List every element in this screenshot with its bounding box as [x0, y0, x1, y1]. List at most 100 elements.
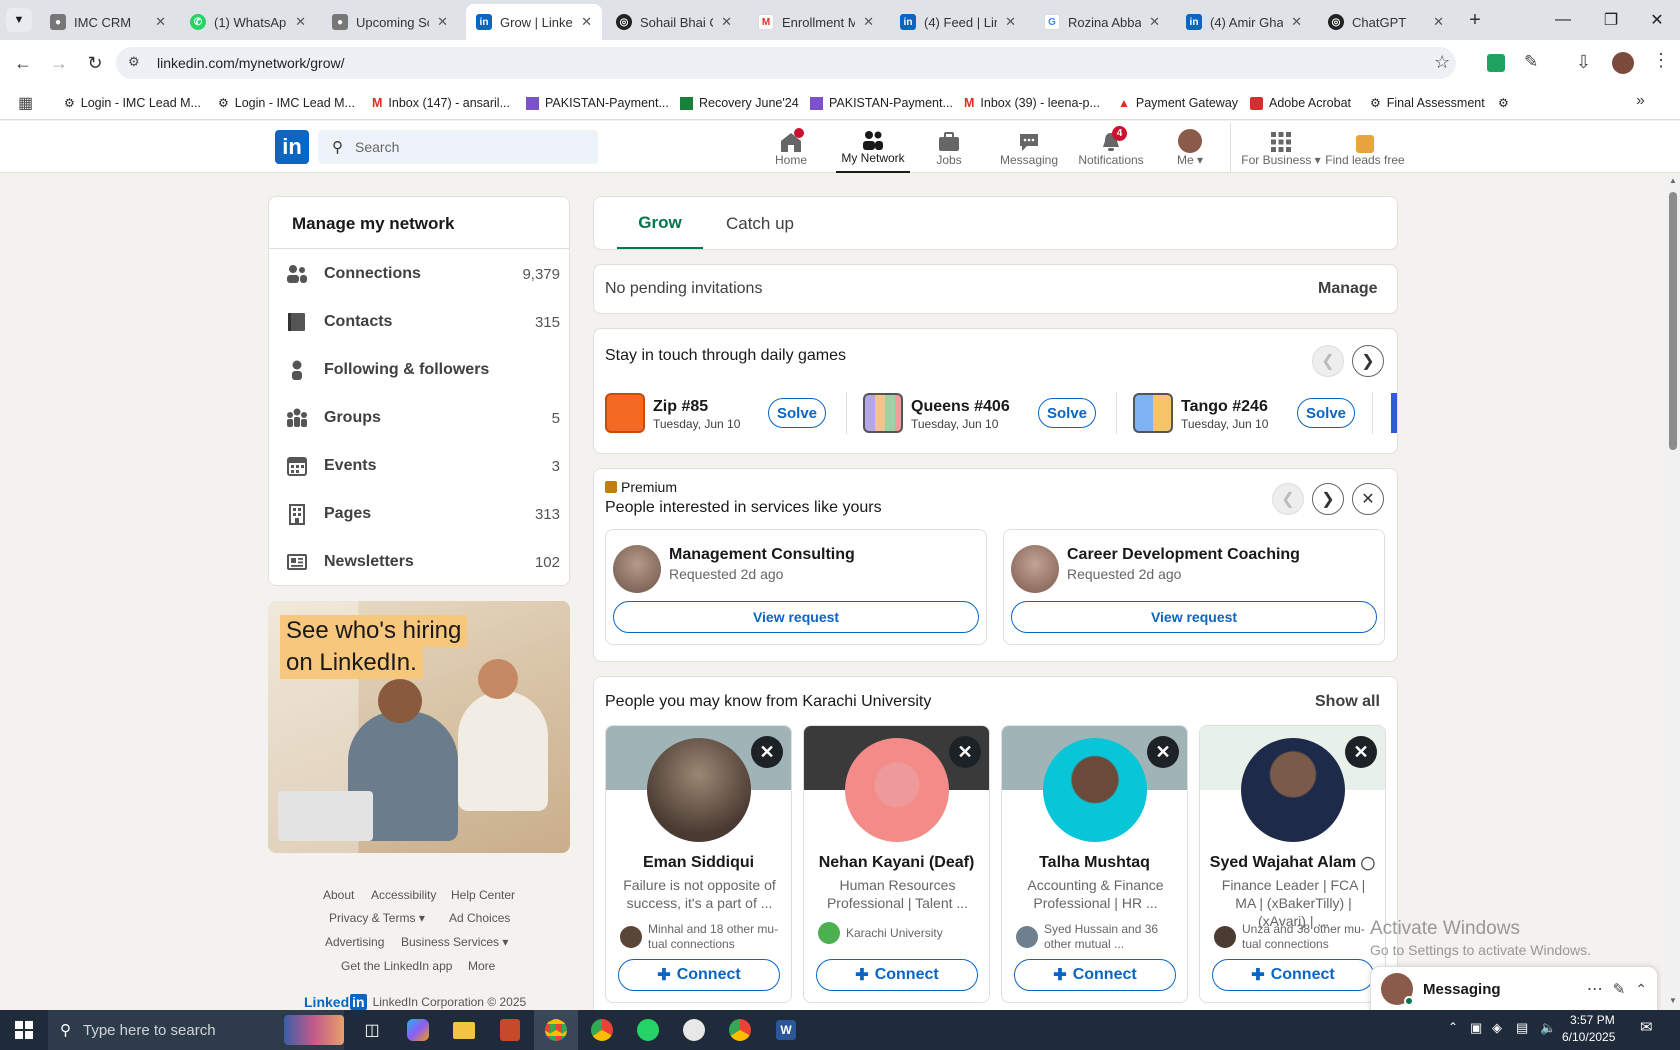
- close-tab-icon[interactable]: ✕: [863, 14, 874, 30]
- more-options-icon[interactable]: ⋯: [1587, 979, 1603, 999]
- footer-link-business-services[interactable]: Business Services ▾: [401, 935, 508, 949]
- copilot-icon[interactable]: [396, 1010, 440, 1050]
- browser-tab[interactable]: in (4) Amir Ghaf ✕: [1176, 4, 1312, 40]
- games-prev-button[interactable]: ❮: [1312, 345, 1344, 377]
- services-prev-button[interactable]: ❮: [1272, 483, 1304, 515]
- games-next-button[interactable]: ❯: [1352, 345, 1384, 377]
- reload-icon[interactable]: ↻: [82, 50, 108, 76]
- sidebar-item-following-followers[interactable]: Following & followers: [268, 346, 560, 394]
- nav-home[interactable]: Home: [764, 123, 818, 173]
- forward-icon[interactable]: →: [46, 50, 72, 76]
- hiring-ad[interactable]: See who's hiring on LinkedIn.: [268, 601, 570, 853]
- bookmark-star-icon[interactable]: ☆: [1434, 52, 1450, 73]
- solve-tango-button[interactable]: Solve: [1297, 398, 1355, 428]
- bookmark-item[interactable]: PAKISTAN-Payment...: [526, 86, 669, 120]
- dismiss-icon[interactable]: ✕: [949, 736, 981, 768]
- chevron-up-icon[interactable]: ⌃: [1635, 981, 1647, 998]
- clock-time[interactable]: 3:57 PM: [1570, 1013, 1615, 1027]
- nav-notifications[interactable]: Notifications: [1074, 123, 1148, 173]
- sidebar-item-newsletters[interactable]: Newsletters 102: [268, 538, 560, 586]
- app-icon[interactable]: [672, 1010, 716, 1050]
- connect-button[interactable]: ✚ Connect: [816, 959, 978, 991]
- close-tab-icon[interactable]: ✕: [1005, 14, 1016, 30]
- sidebar-item-events[interactable]: Events 3: [268, 442, 560, 490]
- file-explorer-icon[interactable]: [442, 1010, 486, 1050]
- chrome-icon[interactable]: [580, 1010, 624, 1050]
- solve-queens-button[interactable]: Solve: [1038, 398, 1096, 428]
- sidebar-item-pages[interactable]: Pages 313: [268, 490, 560, 538]
- close-tab-icon[interactable]: ✕: [1149, 14, 1160, 30]
- footer-link-privacy-terms[interactable]: Privacy & Terms ▾: [329, 911, 425, 925]
- tray-app-icon[interactable]: ▣: [1470, 1020, 1482, 1036]
- close-tab-icon[interactable]: ✕: [437, 14, 448, 30]
- app-icon[interactable]: [488, 1010, 532, 1050]
- browser-tab[interactable]: in (4) Feed | Lin ✕: [890, 4, 1026, 40]
- notification-center-icon[interactable]: ✉: [1640, 1018, 1653, 1036]
- window-close-icon[interactable]: ✕: [1634, 0, 1680, 40]
- close-tab-icon[interactable]: ✕: [295, 14, 306, 30]
- restore-icon[interactable]: ❐: [1588, 0, 1634, 40]
- dismiss-icon[interactable]: ✕: [751, 736, 783, 768]
- close-tab-icon[interactable]: ✕: [155, 14, 166, 30]
- profile-avatar[interactable]: [1612, 52, 1634, 74]
- apps-grid-icon[interactable]: ▦: [18, 93, 33, 113]
- footer-link-help-center[interactable]: Help Center: [451, 888, 515, 902]
- close-tab-icon[interactable]: ✕: [1291, 14, 1302, 30]
- nav-messaging[interactable]: Messaging: [996, 123, 1062, 173]
- close-tab-icon[interactable]: ✕: [1433, 14, 1444, 30]
- person-card[interactable]: ✕ Syed Wajahat Alam ◯ Finance Leader | F…: [1199, 725, 1386, 1003]
- person-card[interactable]: ✕ Nehan Kayani (Deaf) Human Resources Pr…: [803, 725, 990, 1003]
- clock-date[interactable]: 6/10/2025: [1562, 1030, 1615, 1044]
- nav-find-leads[interactable]: Find leads free: [1324, 123, 1406, 173]
- linkedin-logo[interactable]: in: [275, 130, 309, 164]
- connect-button[interactable]: ✚ Connect: [1212, 959, 1374, 991]
- footer-link-about[interactable]: About: [323, 888, 354, 902]
- compose-icon[interactable]: ✎: [1613, 980, 1626, 998]
- back-icon[interactable]: ←: [10, 50, 36, 76]
- bookmark-item[interactable]: Adobe Acrobat: [1250, 86, 1351, 120]
- browser-tab[interactable]: ● IMC CRM ✕: [40, 4, 176, 40]
- sidebar-item-groups[interactable]: Groups 5: [268, 394, 560, 442]
- browser-tab[interactable]: ◎ Sohail Bhai C ✕: [606, 4, 742, 40]
- solve-zip-button[interactable]: Solve: [768, 398, 826, 428]
- url-text[interactable]: linkedin.com/mynetwork/grow/: [157, 55, 345, 71]
- bookmark-item[interactable]: M Inbox (147) - ansaril...: [372, 86, 510, 120]
- bookmark-item[interactable]: ⚙ Login - IMC Lead M...: [218, 86, 355, 120]
- task-view-icon[interactable]: ◫: [350, 1010, 394, 1050]
- minimize-icon[interactable]: —: [1540, 0, 1586, 40]
- tray-chevron-icon[interactable]: ⌃: [1448, 1020, 1458, 1034]
- footer-link-more[interactable]: More: [468, 959, 495, 973]
- bookmark-item[interactable]: ⚙ Login - IMC Lead M...: [64, 86, 201, 120]
- close-tab-icon[interactable]: ✕: [721, 14, 732, 30]
- tray-app-icon[interactable]: ◈: [1492, 1020, 1502, 1036]
- extension-icon[interactable]: [1487, 54, 1505, 72]
- footer-link-advertising[interactable]: Advertising: [325, 935, 384, 949]
- site-info-icon[interactable]: ⚙: [128, 54, 146, 72]
- search-box[interactable]: ⚲ Search: [318, 130, 598, 164]
- bookmark-item[interactable]: ▲ Payment Gateway: [1118, 86, 1238, 120]
- bookmark-item[interactable]: M Inbox (39) - leena-p...: [964, 86, 1100, 120]
- person-card[interactable]: ✕ Talha Mushtaq Accounting & Finance Pro…: [1001, 725, 1188, 1003]
- tab-search-button[interactable]: ▼: [6, 8, 32, 32]
- scrollbar-up-arrow[interactable]: ▲: [1667, 176, 1679, 188]
- word-icon[interactable]: W: [764, 1010, 808, 1050]
- tab-grow[interactable]: Grow: [617, 198, 703, 249]
- more-bookmarks-icon[interactable]: »: [1636, 92, 1645, 110]
- nav-my-network[interactable]: My Network: [836, 123, 910, 173]
- whatsapp-icon[interactable]: [626, 1010, 670, 1050]
- footer-link-ad-choices[interactable]: Ad Choices: [449, 911, 510, 925]
- connect-button[interactable]: ✚ Connect: [1014, 959, 1176, 991]
- extensions-puzzle-icon[interactable]: ✎: [1524, 52, 1538, 72]
- dismiss-icon[interactable]: ✕: [1147, 736, 1179, 768]
- tab-catch-up[interactable]: Catch up: [712, 198, 808, 249]
- connect-button[interactable]: ✚ Connect: [618, 959, 780, 991]
- browser-tab-active[interactable]: in Grow | LinkedIn ✕: [466, 4, 602, 40]
- new-tab-icon[interactable]: +: [1462, 8, 1488, 32]
- messaging-overlay[interactable]: Messaging ⋯ ✎ ⌃: [1370, 966, 1658, 1012]
- nav-for-business[interactable]: For Business ▾: [1240, 123, 1322, 173]
- bookmark-item[interactable]: Recovery June'24: [680, 86, 799, 120]
- download-icon[interactable]: ⇩: [1576, 52, 1591, 73]
- browser-tab[interactable]: ◎ ChatGPT ✕: [1318, 4, 1454, 40]
- show-all-link[interactable]: Show all: [1315, 693, 1380, 711]
- bookmark-item[interactable]: ⚙ Final Assessment: [1370, 86, 1485, 120]
